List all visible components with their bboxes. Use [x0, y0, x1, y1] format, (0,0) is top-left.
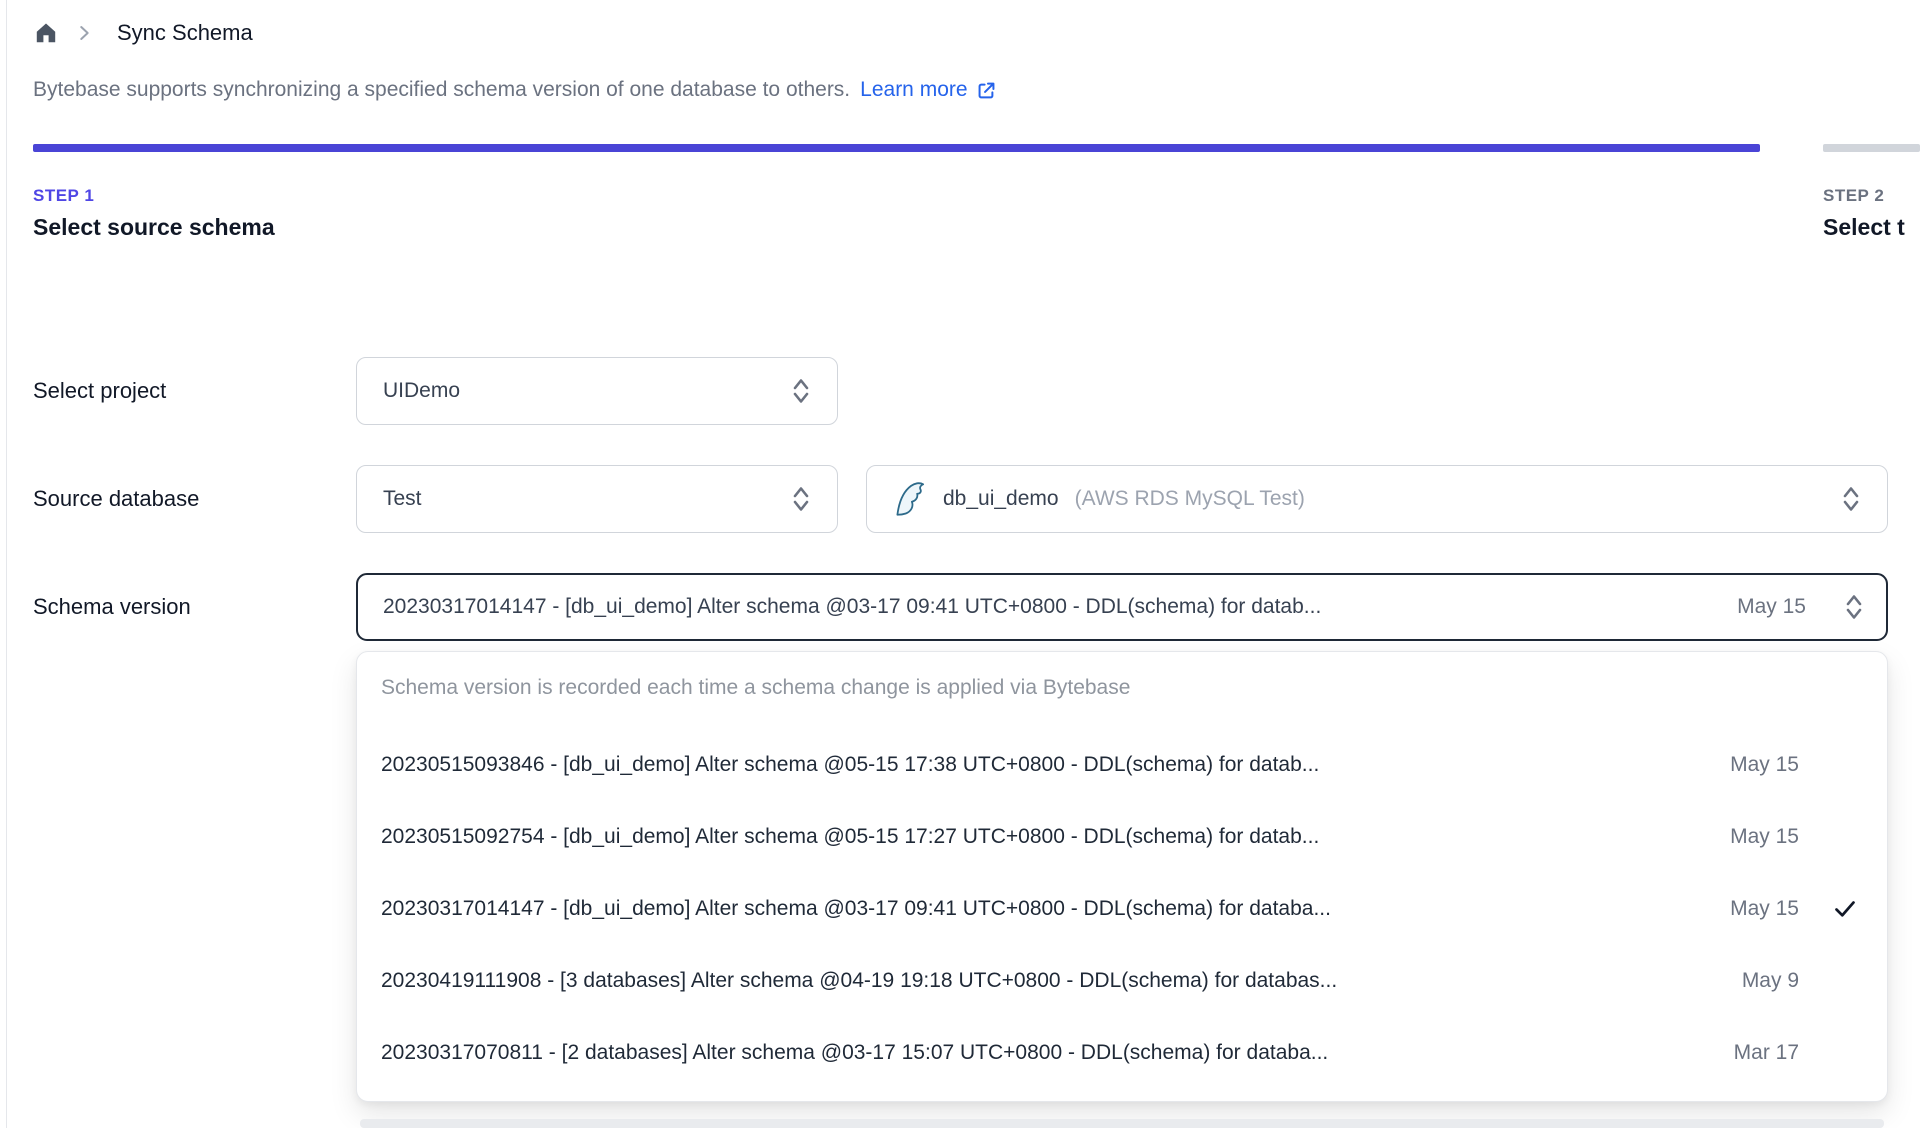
page-title: Sync Schema [117, 20, 253, 45]
schema-version-option[interactable]: 20230419111908 - [3 databases] Alter sch… [357, 945, 1887, 1017]
option-text: 20230317070811 - [2 databases] Alter sch… [381, 1041, 1329, 1064]
schema-version-dropdown: Schema version is recorded each time a s… [356, 651, 1888, 1102]
mysql-icon [893, 478, 927, 520]
schema-version-option[interactable]: 20230515093846 - [db_ui_demo] Alter sche… [357, 729, 1887, 801]
project-select-value: UIDemo [383, 379, 461, 402]
panel-bottom-strip [360, 1119, 1884, 1128]
step2-label: STEP 2 [1823, 186, 1885, 205]
breadcrumb: Sync Schema [33, 20, 253, 46]
learn-more-link[interactable]: Learn more [860, 78, 996, 102]
chevron-up-down-icon [1841, 484, 1861, 514]
chevron-up-down-icon [791, 484, 811, 514]
select-project-label: Select project [33, 378, 167, 403]
step1-title: Select source schema [33, 214, 275, 240]
dropdown-hint: Schema version is recorded each time a s… [381, 676, 1131, 699]
schema-version-option-selected[interactable]: 20230317014147 - [db_ui_demo] Alter sche… [357, 873, 1887, 945]
database-instance: (AWS RDS MySQL Test) [1074, 487, 1305, 510]
chevron-up-down-icon [1844, 592, 1864, 622]
option-date: May 15 [1730, 825, 1799, 848]
environment-select[interactable]: Test [356, 465, 838, 533]
schema-version-value: 20230317014147 - [db_ui_demo] Alter sche… [383, 595, 1322, 618]
option-date: May 15 [1730, 753, 1799, 776]
option-date: May 15 [1730, 897, 1799, 920]
step2-title: Select t [1823, 214, 1905, 240]
option-text: 20230317014147 - [db_ui_demo] Alter sche… [381, 897, 1331, 920]
option-date: May 9 [1741, 969, 1799, 992]
chevron-up-down-icon [791, 376, 811, 406]
step1-progress-bar [33, 144, 1760, 152]
step1-label: STEP 1 [33, 186, 95, 205]
option-text: 20230515092754 - [db_ui_demo] Alter sche… [381, 825, 1320, 848]
database-select[interactable]: db_ui_demo (AWS RDS MySQL Test) [866, 465, 1888, 533]
source-database-label: Source database [33, 486, 200, 511]
schema-version-label: Schema version [33, 594, 191, 619]
project-select[interactable]: UIDemo [356, 357, 838, 425]
check-icon [1833, 897, 1857, 921]
schema-version-option[interactable]: 20230515092754 - [db_ui_demo] Alter sche… [357, 801, 1887, 873]
option-text: 20230515093846 - [db_ui_demo] Alter sche… [381, 753, 1320, 776]
option-text: 20230419111908 - [3 databases] Alter sch… [381, 969, 1338, 992]
database-name: db_ui_demo [943, 487, 1059, 510]
step2-header: STEP 2 Select t [1823, 186, 1920, 241]
external-link-icon [976, 80, 997, 101]
option-date: Mar 17 [1733, 1041, 1799, 1064]
intro-text: Bytebase supports synchronizing a specif… [33, 78, 851, 101]
breadcrumb-separator-icon [73, 22, 95, 44]
step2-progress-bar [1823, 144, 1920, 152]
page-left-divider [6, 0, 7, 1128]
schema-version-date: May 15 [1737, 595, 1806, 618]
schema-version-select[interactable]: 20230317014147 - [db_ui_demo] Alter sche… [356, 573, 1888, 641]
schema-version-option[interactable]: 20230317070811 - [2 databases] Alter sch… [357, 1017, 1887, 1089]
step1-header: STEP 1 Select source schema [33, 186, 275, 241]
environment-select-value: Test [383, 487, 422, 510]
intro-text-row: Bytebase supports synchronizing a specif… [33, 78, 997, 102]
home-icon[interactable] [33, 20, 59, 46]
sync-schema-page: Sync Schema Bytebase supports synchroniz… [0, 0, 1920, 1128]
learn-more-label: Learn more [860, 78, 968, 101]
